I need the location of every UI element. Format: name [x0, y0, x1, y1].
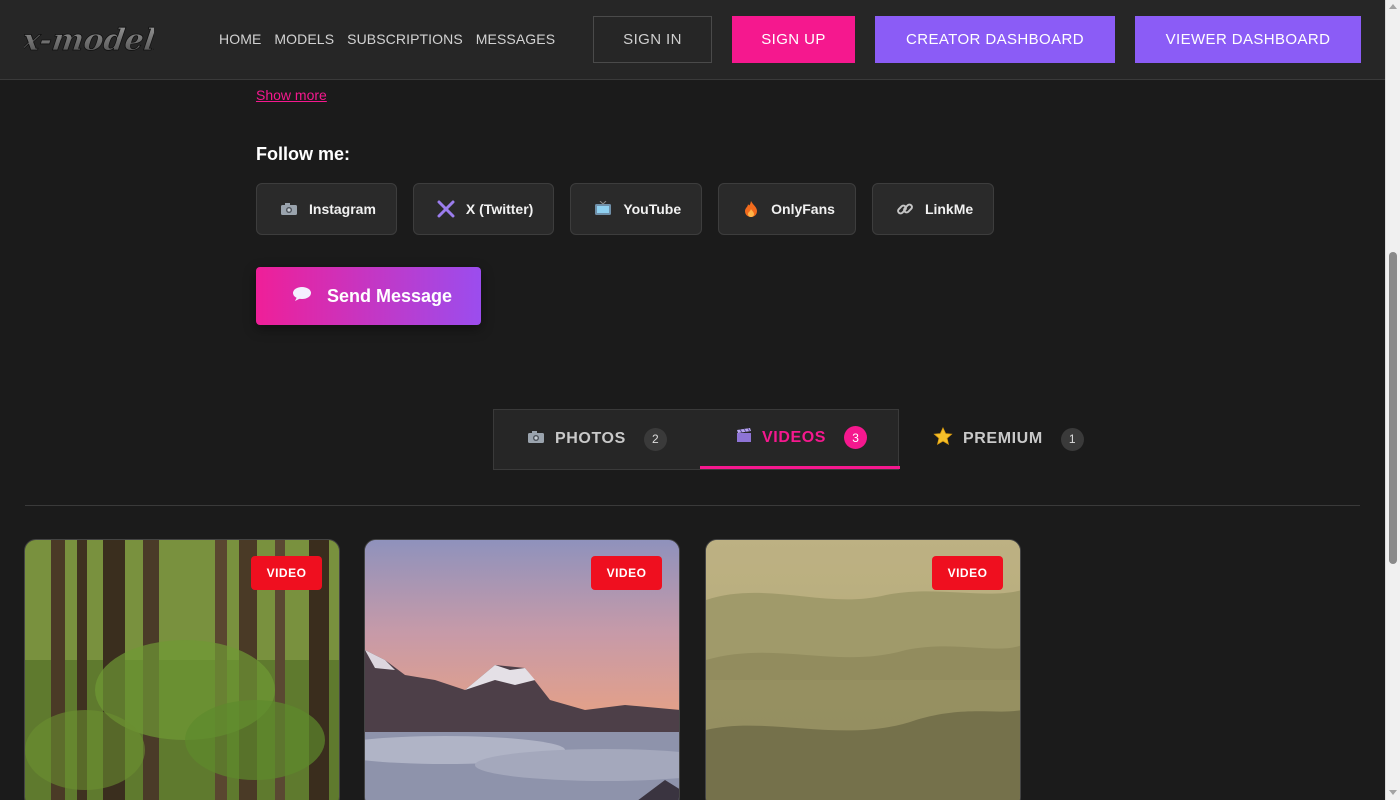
tab-label: VIDEOS [762, 428, 827, 446]
send-message-label: Send Message [327, 285, 453, 306]
tab-count-badge: 2 [643, 427, 667, 451]
svg-text:x-models: x-models [24, 23, 154, 58]
video-card[interactable]: VIDEO [705, 539, 1021, 800]
sign-up-button[interactable]: SIGN UP [732, 16, 855, 63]
social-youtube-button[interactable]: YouTube [570, 183, 703, 235]
social-instagram-button[interactable]: Instagram [256, 183, 397, 235]
nav-home-link[interactable]: HOME [219, 31, 261, 47]
clapperboard-icon [736, 427, 752, 448]
social-label: YouTube [623, 201, 682, 217]
tab-photos[interactable]: PHOTOS 2 [527, 409, 667, 469]
speech-bubble-icon [291, 285, 313, 308]
tab-count-badge: 1 [1060, 427, 1084, 451]
video-badge: VIDEO [932, 556, 1003, 590]
main-nav: HOME MODELS SUBSCRIPTIONS MESSAGES [219, 31, 555, 47]
video-badge: VIDEO [251, 556, 322, 590]
follow-me-heading: Follow me: [256, 144, 350, 164]
nav-models-link[interactable]: MODELS [274, 31, 334, 47]
camera-icon [279, 199, 299, 219]
page-scrollbar[interactable] [1385, 0, 1400, 800]
scroll-down-arrow-icon[interactable] [1389, 790, 1397, 795]
video-card[interactable]: VIDEO [364, 539, 680, 800]
show-more-link[interactable]: Show more [256, 87, 327, 103]
social-onlyfans-button[interactable]: OnlyFans [718, 183, 856, 235]
social-links: Instagram X (Twitter) YouTube OnlyFans L… [256, 183, 995, 235]
video-card[interactable]: VIDEO [24, 539, 340, 800]
top-header: x-models HOME MODELS SUBSCRIPTIONS MESSA… [0, 0, 1385, 80]
tv-icon [593, 199, 613, 219]
tab-label: PREMIUM [963, 430, 1043, 447]
social-label: X (Twitter) [465, 201, 534, 217]
nav-subscriptions-link[interactable]: SUBSCRIPTIONS [347, 31, 463, 47]
sign-in-button[interactable]: SIGN IN [593, 16, 712, 63]
camera-icon [527, 430, 545, 449]
social-label: Instagram [309, 201, 376, 217]
scroll-up-arrow-icon[interactable] [1389, 4, 1397, 9]
social-linkme-button[interactable]: LinkMe [871, 183, 995, 235]
link-icon [895, 199, 915, 219]
star-icon [933, 427, 953, 451]
social-label: LinkMe [924, 201, 974, 217]
tabs-divider [25, 505, 1360, 506]
tab-videos[interactable]: VIDEOS 3 [700, 409, 900, 469]
creator-dashboard-button[interactable]: CREATOR DASHBOARD [875, 16, 1115, 63]
send-message-button[interactable]: Send Message [256, 267, 481, 325]
x-icon [436, 199, 456, 219]
video-badge: VIDEO [591, 556, 662, 590]
fire-icon [741, 199, 761, 219]
scrollbar-thumb[interactable] [1389, 252, 1397, 564]
nav-messages-link[interactable]: MESSAGES [476, 31, 555, 47]
tab-label: PHOTOS [555, 430, 626, 447]
site-logo[interactable]: x-models [24, 14, 154, 62]
tab-count-badge: 3 [844, 426, 868, 449]
tab-premium[interactable]: PREMIUM 1 [933, 409, 1084, 469]
viewer-dashboard-button[interactable]: VIEWER DASHBOARD [1135, 16, 1361, 63]
social-x-twitter-button[interactable]: X (Twitter) [412, 183, 555, 235]
social-label: OnlyFans [771, 201, 835, 217]
